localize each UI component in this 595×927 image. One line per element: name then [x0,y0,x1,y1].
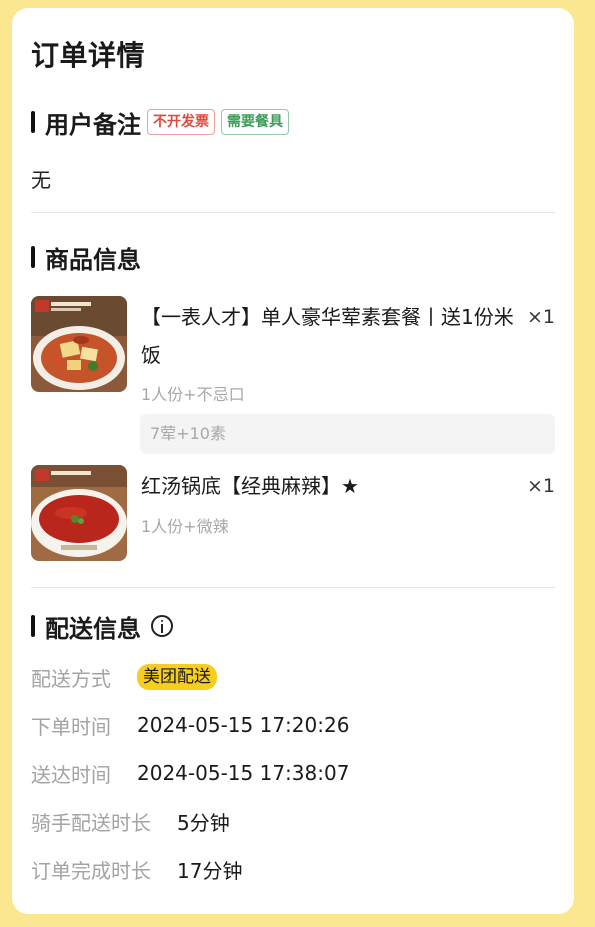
completion-duration-label: 订单完成时长 [31,858,151,883]
product-name: 【一表人才】单人豪华荤素套餐丨送1份米饭 [141,305,514,367]
product-item[interactable]: 红汤锅底【经典麻辣】★ ×1 1人份+微辣 [31,465,555,565]
remark-section-header: 用户备注 不开发票 需要餐具 [31,106,289,139]
delivery-method-row: 配送方式 美团配送 [31,662,217,692]
delivered-time-value: 2024-05-15 17:38:07 [137,761,350,785]
completion-duration-value: 17分钟 [177,858,243,883]
product-item[interactable]: 【一表人才】单人豪华荤素套餐丨送1份米饭 ×1 1人份+不忌口 7荤+10素 [31,296,555,454]
completion-duration-row: 订单完成时长 17分钟 [31,854,242,884]
remark-text: 无 [31,168,51,192]
products-section-title: 商品信息 [45,245,141,274]
order-detail-card: 订单详情 用户备注 不开发票 需要餐具 无 商品信息 【一表人才】单人豪华荤素套… [12,8,574,914]
product-spec: 1人份+微辣 [141,517,229,536]
section-marker [31,615,35,637]
product-detail: 7荤+10素 [140,414,555,454]
delivery-section-header: 配送信息 [31,610,173,643]
section-marker [31,111,35,133]
remark-section-title: 用户备注 [45,110,141,139]
section-marker [31,246,35,268]
info-icon[interactable] [151,615,173,637]
no-invoice-tag: 不开发票 [147,109,215,135]
product-spec: 1人份+不忌口 [141,385,245,404]
product-image-soup-base[interactable] [31,465,127,561]
divider [31,587,555,588]
order-time-value: 2024-05-15 17:20:26 [137,713,350,737]
order-time-label: 下单时间 [31,714,111,739]
need-cutlery-tag: 需要餐具 [221,109,289,135]
order-time-row: 下单时间 2024-05-15 17:20:26 [31,710,349,740]
delivery-method-badge: 美团配送 [137,664,217,690]
rider-duration-value: 5分钟 [177,810,230,835]
rider-duration-label: 骑手配送时长 [31,810,151,835]
delivery-method-label: 配送方式 [31,666,111,691]
delivered-time-row: 送达时间 2024-05-15 17:38:07 [31,758,349,788]
products-section-header: 商品信息 [31,241,141,274]
divider [31,212,555,213]
product-quantity: ×1 [526,475,555,497]
product-quantity: ×1 [526,306,555,328]
delivered-time-label: 送达时间 [31,762,111,787]
page-title: 订单详情 [31,39,146,72]
product-image-hotpot-set[interactable] [31,296,127,392]
rider-duration-row: 骑手配送时长 5分钟 [31,806,230,836]
product-name: 红汤锅底【经典麻辣】★ [141,474,359,498]
delivery-section-title: 配送信息 [45,614,141,643]
